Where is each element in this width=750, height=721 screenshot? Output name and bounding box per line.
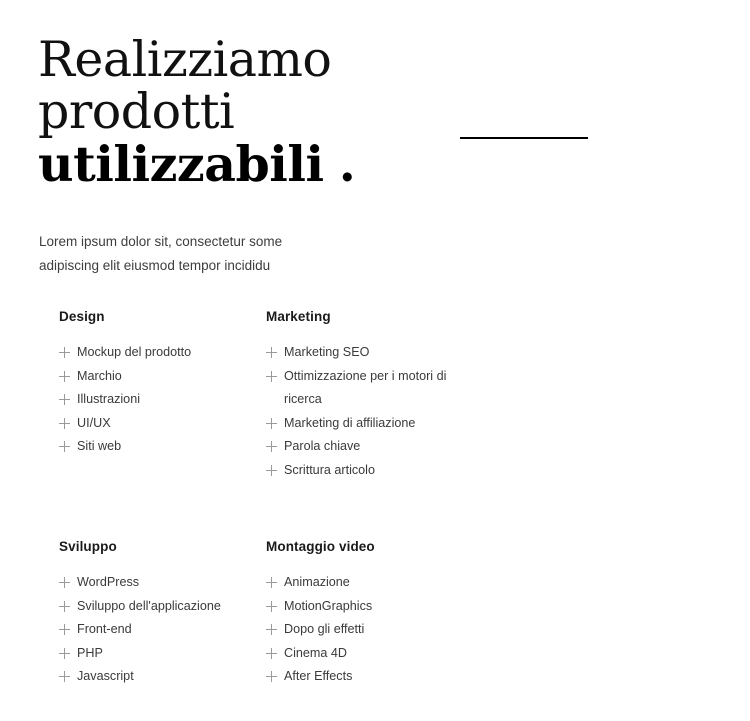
list-item[interactable]: WordPress	[59, 571, 266, 595]
services-column-design: Design Mockup del prodotto Marchio Illus…	[59, 309, 266, 482]
list-item-label: Marketing di affiliazione	[284, 415, 416, 430]
plus-icon	[59, 624, 70, 635]
list-item[interactable]: Sviluppo dell'applicazione	[59, 595, 266, 619]
plus-icon	[59, 600, 70, 612]
services-row-top: Design Mockup del prodotto Marchio Illus…	[59, 309, 519, 482]
plus-icon	[266, 647, 277, 659]
page-root: Realizziamo prodotti utilizzabili . Lorem …	[0, 0, 750, 721]
list-item[interactable]: Siti web	[59, 435, 266, 459]
list-item[interactable]: After Effects	[266, 665, 473, 689]
list-item[interactable]: MotionGraphics	[266, 595, 473, 619]
plus-icon	[266, 441, 277, 452]
plus-icon	[266, 577, 277, 588]
services-heading-sviluppo: Sviluppo	[59, 539, 117, 554]
services-column-montaggio-video: Montaggio video Animazione MotionGraphic…	[266, 539, 473, 689]
list-item[interactable]: Dopo gli effetti	[266, 618, 473, 642]
services-column-marketing: Marketing Marketing SEO Ottimizzazione p…	[266, 309, 473, 482]
list-item-label: Marchio	[77, 368, 122, 383]
list-item[interactable]: UI/UX	[59, 412, 266, 436]
plus-icon	[266, 464, 277, 476]
list-item[interactable]: Marketing di affiliazione	[266, 412, 473, 436]
list-item[interactable]: Parola chiave	[266, 435, 473, 459]
hero-subtitle: Lorem ipsum dolor sit, consectetur some …	[39, 233, 283, 273]
list-item[interactable]: PHP	[59, 642, 266, 666]
list-item-label: Siti web	[77, 439, 122, 453]
list-item-label: MotionGraphics	[284, 598, 373, 613]
list-item[interactable]: Illustrazioni	[59, 388, 266, 412]
page-title: Realizziamo prodotti utilizzabili .	[38, 34, 458, 191]
services-heading-marketing: Marketing	[266, 309, 331, 324]
plus-icon	[266, 671, 277, 682]
list-item[interactable]: Front-end	[59, 618, 266, 642]
hero-divider-line	[460, 137, 588, 139]
plus-icon	[266, 370, 277, 382]
list-item[interactable]: Mockup del prodotto	[59, 341, 266, 365]
plus-icon	[266, 600, 277, 612]
services-column-sviluppo: Sviluppo WordPress Sviluppo dell'applica…	[59, 539, 266, 689]
plus-icon	[59, 577, 70, 588]
list-item-label: Mockup del prodotto	[77, 345, 192, 359]
plus-icon	[59, 370, 70, 382]
list-item-label: Marketing SEO	[284, 345, 370, 359]
list-item-label: Ottimizzazione per i motori di ricerca	[284, 368, 447, 407]
services-list-marketing: Marketing SEO Ottimizzazione per i motor…	[266, 341, 473, 482]
list-item-label: Cinema 4D	[284, 645, 347, 660]
hero-title-emphasis: utilizzabili	[38, 135, 324, 193]
list-item-label: Scrittura articolo	[284, 462, 375, 477]
plus-icon	[266, 417, 277, 429]
services-list-montaggio-video: Animazione MotionGraphics Dopo gli effet…	[266, 571, 473, 689]
list-item[interactable]: Javascript	[59, 665, 266, 689]
list-item[interactable]: Animazione	[266, 571, 473, 595]
list-item-label: PHP	[77, 645, 103, 660]
services-row-bottom: Sviluppo WordPress Sviluppo dell'applica…	[59, 539, 519, 689]
services-heading-design: Design	[59, 309, 105, 324]
list-item-label: Animazione	[284, 575, 350, 589]
plus-icon	[59, 647, 70, 659]
list-item-label: Sviluppo dell'applicazione	[77, 598, 221, 613]
list-item-label: Dopo gli effetti	[284, 622, 365, 636]
services-grid: Design Mockup del prodotto Marchio Illus…	[59, 309, 519, 689]
hero-title-line2: prodotti	[38, 83, 235, 140]
list-item-label: WordPress	[77, 575, 140, 589]
list-item[interactable]: Cinema 4D	[266, 642, 473, 666]
plus-icon	[59, 441, 70, 452]
services-list-sviluppo: WordPress Sviluppo dell'applicazione Fro…	[59, 571, 266, 689]
list-item[interactable]: Marchio	[59, 365, 266, 389]
plus-icon	[59, 394, 70, 405]
plus-icon	[59, 347, 70, 358]
plus-icon	[59, 417, 70, 429]
list-item[interactable]: Scrittura articolo	[266, 459, 473, 483]
services-list-design: Mockup del prodotto Marchio Illustrazion…	[59, 341, 266, 459]
list-item[interactable]: Marketing SEO	[266, 341, 473, 365]
list-item[interactable]: Ottimizzazione per i motori di ricerca	[266, 365, 473, 412]
hero-section: Realizziamo prodotti utilizzabili .	[38, 34, 458, 191]
list-item-label: Front-end	[77, 622, 132, 636]
services-heading-montaggio-video: Montaggio video	[266, 539, 375, 554]
plus-icon	[266, 347, 277, 358]
services-row-gap	[59, 482, 519, 539]
plus-icon	[266, 624, 277, 635]
list-item-label: Parola chiave	[284, 439, 361, 453]
list-item-label: After Effects	[284, 669, 353, 683]
list-item-label: Javascript	[77, 669, 134, 683]
hero-title-line1: Realizziamo	[38, 31, 332, 88]
list-item-label: Illustrazioni	[77, 392, 140, 406]
hero-title-period: .	[338, 135, 356, 193]
plus-icon	[59, 671, 70, 682]
list-item-label: UI/UX	[77, 415, 111, 430]
